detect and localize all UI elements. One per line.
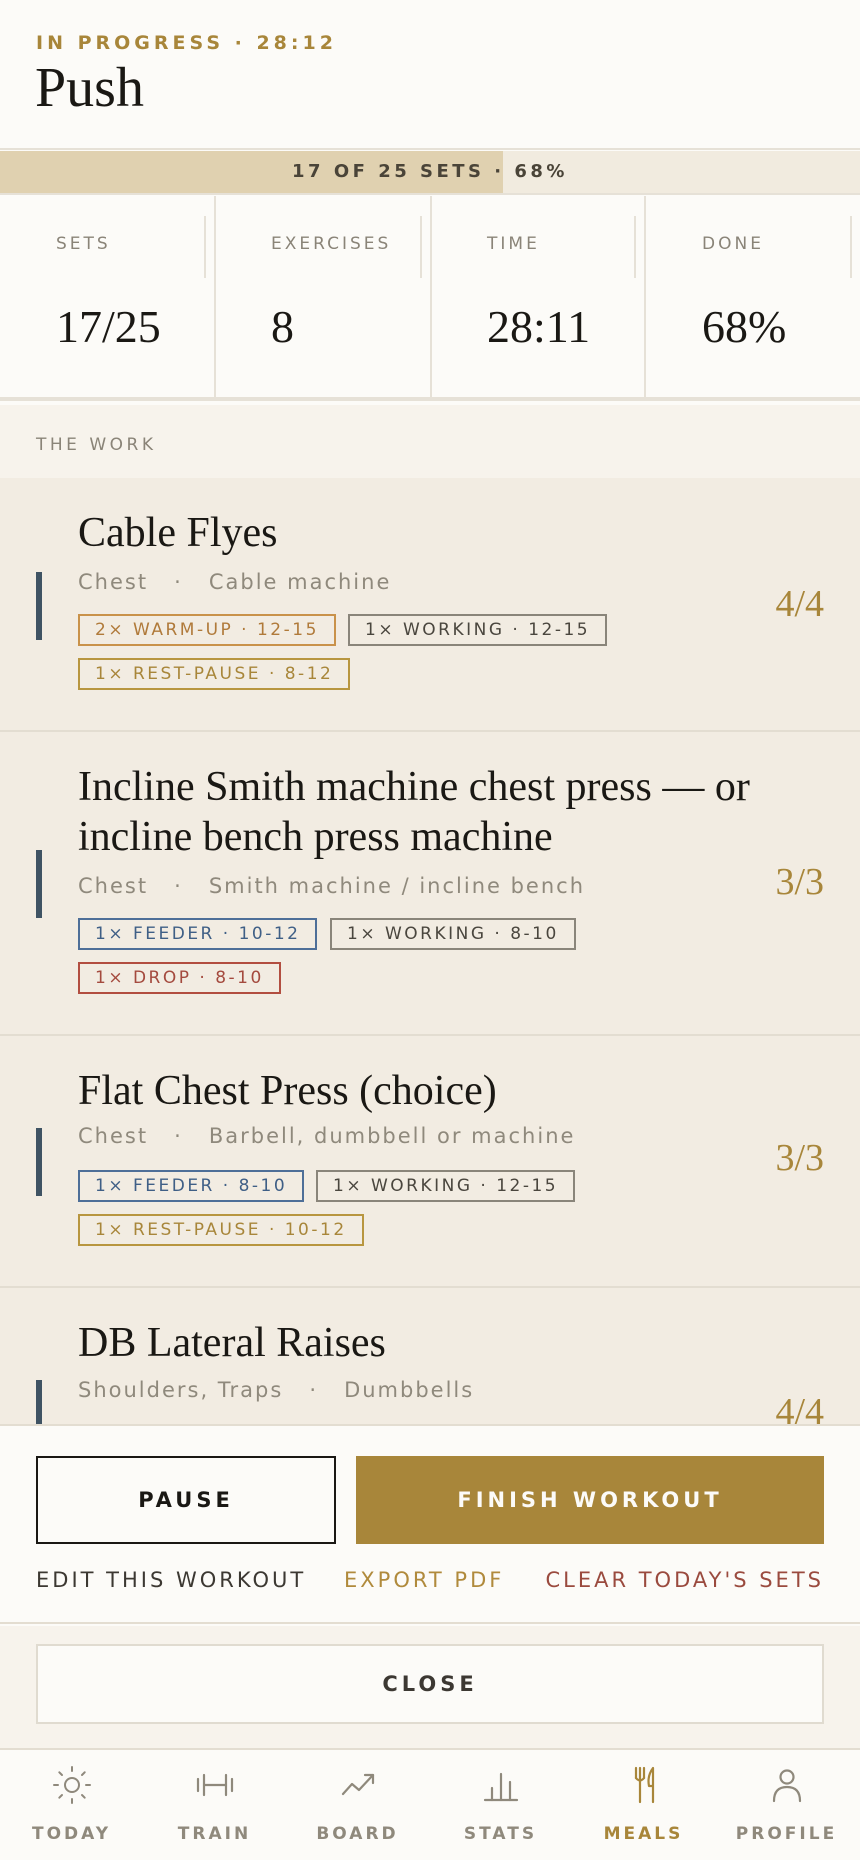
exercise-muscle: Chest bbox=[78, 874, 149, 898]
meta-separator: · bbox=[174, 874, 183, 898]
stat-value: 8 bbox=[271, 301, 294, 352]
finish-workout-button[interactable]: FINISH WORKOUT bbox=[356, 1456, 824, 1544]
close-button[interactable]: CLOSE bbox=[36, 1644, 824, 1724]
stat-label: EXERCISES bbox=[271, 234, 392, 254]
workout-actions: PAUSE FINISH WORKOUT EDIT THIS WORKOUT E… bbox=[0, 1424, 860, 1624]
section-header: THE WORK bbox=[0, 405, 860, 478]
set-tag-working: 1× WORKING · 8-10 bbox=[330, 918, 576, 950]
exercise-meta: Chest · Smith machine / incline bench bbox=[78, 874, 585, 898]
nav-label: MEALS bbox=[603, 1824, 684, 1844]
bottom-nav: TODAY TRAIN BOARD STATS MEALS PROFILE bbox=[0, 1748, 860, 1860]
nav-label: TODAY bbox=[32, 1824, 111, 1844]
nav-item-today[interactable]: TODAY bbox=[0, 1750, 143, 1860]
exercise-name-line-2: incline bench press machine bbox=[78, 814, 553, 860]
nav-label: TRAIN bbox=[177, 1824, 252, 1844]
stat-divider bbox=[634, 216, 636, 278]
stat-value: 28:11 bbox=[487, 301, 591, 352]
exercise-meta: Chest · Cable machine bbox=[78, 570, 391, 594]
bar-chart-icon bbox=[483, 1772, 519, 1802]
exercise-equipment: Dumbbells bbox=[344, 1378, 475, 1402]
nav-item-train[interactable]: TRAIN bbox=[143, 1750, 286, 1860]
exercise-meta: Shoulders, Traps · Dumbbells bbox=[78, 1378, 474, 1402]
exercise-name: Flat Chest Press (choice) bbox=[78, 1068, 497, 1114]
sun-icon bbox=[53, 1766, 91, 1804]
stat-value: 68% bbox=[702, 301, 787, 352]
set-tag-rest-pause: 1× REST-PAUSE · 8-12 bbox=[78, 658, 351, 690]
exercise-equipment: Barbell, dumbbell or machine bbox=[208, 1124, 576, 1148]
progress-text: 17 OF 25 SETS · 68% bbox=[292, 161, 568, 182]
export-pdf-link[interactable]: EXPORT PDF bbox=[344, 1568, 504, 1592]
exercise-marker bbox=[36, 1380, 42, 1426]
close-area: CLOSE bbox=[0, 1626, 860, 1748]
stats-row: SETS 17/25 EXERCISES 8 TIME 28:11 DONE 6… bbox=[0, 196, 860, 401]
nav-item-board[interactable]: BOARD bbox=[286, 1750, 429, 1860]
clear-sets-link[interactable]: CLEAR TODAY'S SETS bbox=[545, 1568, 824, 1592]
workout-status: IN PROGRESS · 28:12 bbox=[36, 32, 337, 54]
set-tag-rest-pause: 1× REST-PAUSE · 10-12 bbox=[78, 1214, 364, 1246]
workout-header: IN PROGRESS · 28:12 Push bbox=[0, 0, 860, 150]
set-tag-working: 1× WORKING · 12-15 bbox=[348, 614, 608, 646]
nav-item-meals[interactable]: MEALS bbox=[572, 1750, 715, 1860]
nav-label: PROFILE bbox=[735, 1824, 838, 1844]
set-tag-feeder: 1× FEEDER · 10-12 bbox=[78, 918, 318, 950]
exercise-name: Incline Smith machine chest press — or in… bbox=[78, 762, 750, 862]
section-label: THE WORK bbox=[36, 435, 157, 455]
fork-knife-icon bbox=[634, 1766, 655, 1804]
exercise-muscle: Chest bbox=[78, 1124, 149, 1148]
exercise-equipment: Smith machine / incline bench bbox=[208, 874, 586, 898]
nav-item-profile[interactable]: PROFILE bbox=[715, 1750, 858, 1860]
exercise-card-flat-chest-press[interactable]: Flat Chest Press (choice) Chest · Barbel… bbox=[0, 1034, 860, 1286]
stat-divider bbox=[850, 216, 852, 278]
meta-separator: · bbox=[174, 1124, 183, 1148]
nav-label: STATS bbox=[463, 1824, 538, 1844]
set-tag-feeder: 1× FEEDER · 8-10 bbox=[78, 1170, 305, 1202]
set-tag-working: 1× WORKING · 12-15 bbox=[316, 1170, 576, 1202]
exercise-name: DB Lateral Raises bbox=[78, 1320, 386, 1366]
exercise-muscle: Chest bbox=[78, 570, 149, 594]
exercise-equipment: Cable machine bbox=[208, 570, 392, 594]
progress-bar: 17 OF 25 SETS · 68% bbox=[0, 151, 860, 195]
exercise-card-db-lateral-raises[interactable]: DB Lateral Raises Shoulders, Traps · Dum… bbox=[0, 1286, 860, 1433]
stat-divider bbox=[204, 216, 206, 278]
exercise-marker bbox=[36, 850, 42, 918]
exercise-muscle: Shoulders, Traps bbox=[78, 1378, 284, 1402]
exercise-marker bbox=[36, 572, 42, 640]
exercise-set-count: 3/3 bbox=[775, 1137, 824, 1179]
stat-time: TIME 28:11 bbox=[432, 196, 646, 397]
stat-exercises: EXERCISES 8 bbox=[216, 196, 432, 397]
exercise-card-cable-flyes[interactable]: Cable Flyes Chest · Cable machine 4/4 2×… bbox=[0, 478, 860, 730]
stat-divider bbox=[420, 216, 422, 278]
exercise-meta: Chest · Barbell, dumbbell or machine bbox=[78, 1124, 575, 1148]
exercise-set-count: 3/3 bbox=[775, 861, 824, 903]
person-icon bbox=[772, 1769, 802, 1803]
dumbbell-icon bbox=[196, 1773, 234, 1797]
edit-workout-link[interactable]: EDIT THIS WORKOUT bbox=[36, 1568, 306, 1592]
exercise-name: Cable Flyes bbox=[78, 510, 278, 556]
exercise-name-line-1: Incline Smith machine chest press — or bbox=[78, 764, 750, 810]
meta-separator: · bbox=[309, 1378, 319, 1402]
stat-label: TIME bbox=[487, 234, 540, 254]
set-tag-warmup: 2× WARM-UP · 12-15 bbox=[78, 614, 336, 646]
stat-label: SETS bbox=[56, 234, 111, 254]
pause-button[interactable]: PAUSE bbox=[36, 1456, 336, 1544]
stat-sets: SETS 17/25 bbox=[0, 196, 216, 397]
exercise-marker bbox=[36, 1128, 42, 1196]
exercise-card-incline-smith[interactable]: Incline Smith machine chest press — or in… bbox=[0, 730, 860, 1034]
meta-separator: · bbox=[174, 570, 183, 594]
nav-item-stats[interactable]: STATS bbox=[429, 1750, 572, 1860]
nav-label: BOARD bbox=[316, 1824, 399, 1844]
set-tag-drop: 1× DROP · 8-10 bbox=[78, 962, 281, 994]
trend-icon bbox=[341, 1773, 375, 1796]
stat-value: 17/25 bbox=[56, 301, 161, 352]
exercise-set-count: 4/4 bbox=[775, 583, 824, 625]
stat-label: DONE bbox=[702, 234, 764, 254]
stat-done: DONE 68% bbox=[646, 196, 860, 397]
page-title: Push bbox=[35, 57, 144, 119]
